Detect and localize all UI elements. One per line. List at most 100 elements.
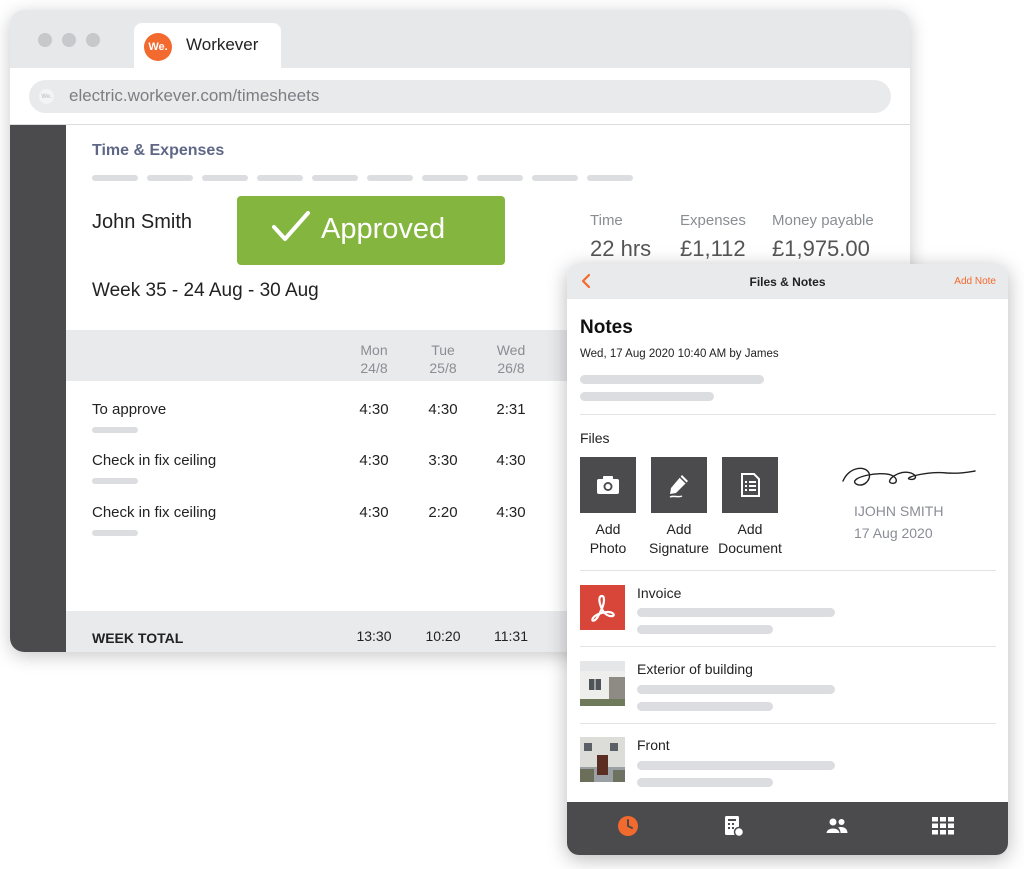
pencil-icon	[669, 475, 688, 498]
day-header-mon: Mon 24/8	[344, 341, 404, 377]
add-document-label: Add Document	[712, 520, 788, 558]
building-photo	[580, 661, 625, 706]
attachment-placeholder	[637, 702, 773, 711]
address-bar[interactable]: We. electric.workever.com/timesheets	[29, 80, 891, 113]
stat-time-label: Time	[590, 212, 623, 229]
placeholder-bar	[257, 175, 303, 181]
notes-heading: Notes	[580, 317, 633, 338]
divider	[580, 570, 996, 571]
add-signature-label: Add Signature	[641, 520, 717, 558]
placeholder-bar	[367, 175, 413, 181]
stat-expenses-label: Expenses	[680, 212, 746, 229]
receipt-icon[interactable]	[721, 814, 745, 838]
url-text[interactable]: electric.workever.com/timesheets	[69, 86, 319, 106]
table-cell: 2:31	[496, 401, 526, 418]
day-name: Tue	[431, 342, 455, 358]
browser-titlebar: We. Workever	[10, 10, 910, 68]
label-line: Add	[595, 521, 621, 537]
label-line: Photo	[589, 540, 627, 556]
row-label: Check in fix ceiling	[92, 452, 217, 469]
table-cell: 4:30	[496, 452, 526, 469]
note-placeholder	[580, 375, 764, 384]
people-icon[interactable]	[825, 814, 849, 838]
add-photo-button[interactable]	[580, 457, 636, 513]
placeholder-bar	[202, 175, 248, 181]
signature-image	[842, 467, 976, 486]
mobile-files-notes-panel: Files & Notes Add Note Notes Wed, 17 Aug…	[567, 264, 1008, 855]
front-photo	[580, 737, 625, 782]
mobile-title: Files & Notes	[749, 275, 826, 289]
stat-money-value: £1,975.00	[772, 236, 870, 261]
placeholder-bar	[312, 175, 358, 181]
divider	[580, 723, 996, 724]
row-label: To approve	[92, 401, 167, 418]
stat-money-label: Money payable	[772, 212, 874, 229]
attachment-placeholder	[637, 625, 773, 634]
note-placeholder	[580, 392, 714, 401]
mobile-tab-bar	[567, 802, 1008, 855]
attachment-placeholder	[637, 685, 835, 694]
document-icon	[741, 473, 760, 497]
window-maximize-dot[interactable]	[86, 33, 100, 47]
total-cell: 11:31	[494, 628, 528, 644]
window-close-dot[interactable]	[38, 33, 52, 47]
week-total-label: WEEK TOTAL	[92, 630, 184, 646]
checkmark-icon	[272, 211, 310, 241]
label-line: Add	[737, 521, 763, 537]
placeholder-bar	[477, 175, 523, 181]
signature-date: 17 Aug 2020	[854, 525, 933, 541]
add-photo-label: Add Photo	[570, 520, 646, 558]
label-line: Add	[666, 521, 692, 537]
add-document-button[interactable]	[722, 457, 778, 513]
address-bar-area: We. electric.workever.com/timesheets	[10, 68, 910, 125]
attachment-name: Front	[637, 737, 670, 753]
row-label: Check in fix ceiling	[92, 504, 217, 521]
tab-title: Workever	[186, 35, 259, 54]
employee-name: John Smith	[92, 211, 193, 233]
day-date: 26/8	[497, 360, 525, 376]
signature-name: IJOHN SMITH	[854, 503, 944, 519]
table-cell: 4:30	[496, 504, 526, 521]
divider	[580, 414, 996, 415]
table-cell: 4:30	[359, 401, 389, 418]
table-cell: 2:20	[428, 504, 458, 521]
stat-time-value: 22 hrs	[590, 236, 652, 261]
week-range: Week 35 - 24 Aug - 30 Aug	[92, 280, 319, 301]
label-line: Signature	[649, 540, 709, 556]
attachment-name: Invoice	[637, 585, 682, 601]
row-placeholder	[92, 427, 138, 433]
grid-icon[interactable]	[931, 814, 955, 838]
table-cell: 4:30	[359, 504, 389, 521]
placeholder-bar	[532, 175, 578, 181]
day-header-wed: Wed 26/8	[481, 341, 541, 377]
row-placeholder	[92, 530, 138, 536]
day-name: Mon	[360, 342, 388, 358]
note-meta: Wed, 17 Aug 2020 10:40 AM by James	[580, 348, 779, 360]
page-title: Time & Expenses	[92, 142, 225, 159]
placeholder-bar	[587, 175, 633, 181]
browser-tab-workever[interactable]: We. Workever	[134, 23, 281, 68]
placeholder-bar	[92, 175, 138, 181]
table-cell: 4:30	[428, 401, 458, 418]
files-heading: Files	[580, 430, 610, 446]
row-placeholder	[92, 478, 138, 484]
approved-status-badge: Approved	[237, 196, 505, 265]
attachment-placeholder	[637, 608, 835, 617]
table-cell: 3:30	[428, 452, 458, 469]
placeholder-bar	[422, 175, 468, 181]
approved-label: Approved	[321, 213, 446, 245]
day-date: 24/8	[360, 360, 388, 376]
add-note-button[interactable]: Add Note	[954, 276, 996, 287]
attachment-name: Exterior of building	[637, 661, 753, 677]
placeholder-bar	[147, 175, 193, 181]
window-minimize-dot[interactable]	[62, 33, 76, 47]
attachment-placeholder	[637, 778, 773, 787]
add-signature-button[interactable]	[651, 457, 707, 513]
table-cell: 4:30	[359, 452, 389, 469]
camera-icon	[597, 476, 619, 494]
day-header-tue: Tue 25/8	[413, 341, 473, 377]
divider	[580, 646, 996, 647]
pdf-icon	[580, 585, 625, 630]
attachment-placeholder	[637, 761, 835, 770]
clock-icon[interactable]	[616, 814, 640, 838]
